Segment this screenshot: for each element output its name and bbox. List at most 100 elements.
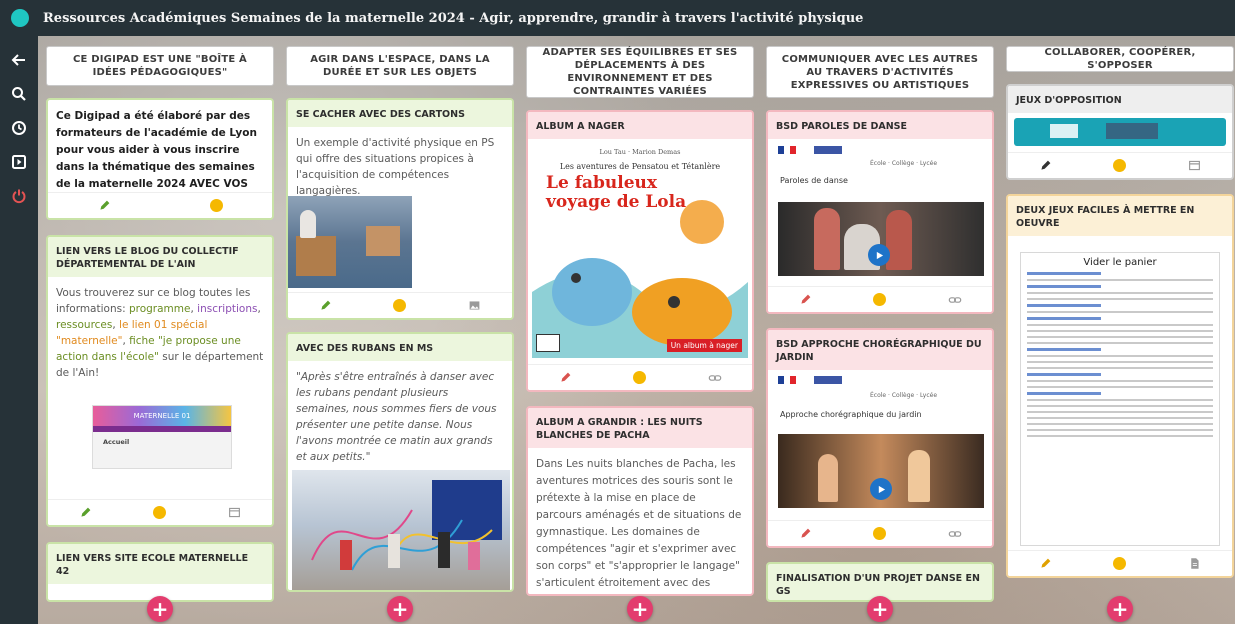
edit-pencil-icon[interactable] bbox=[797, 292, 813, 308]
indicator-dot bbox=[633, 371, 647, 384]
status-dot-icon[interactable] bbox=[1112, 556, 1128, 572]
link-ressources[interactable]: ressources bbox=[56, 319, 112, 331]
doc-heading bbox=[1027, 285, 1102, 288]
indicator-dot bbox=[393, 299, 407, 312]
column-3: ADAPTER SES ÉQUILIBRES ET SES DÉPLACEMEN… bbox=[526, 46, 754, 596]
edit-pencil-icon[interactable] bbox=[797, 526, 813, 542]
card-footer bbox=[528, 364, 752, 390]
video-person bbox=[886, 210, 912, 270]
card-paroles-danse[interactable]: BSD PAROLES DE DANSE École · Collège · L… bbox=[766, 110, 994, 314]
card-approche-jardin[interactable]: BSD APPROCHE CHORÉGRAPHIQUE DU JARDIN Éc… bbox=[766, 328, 994, 548]
add-card-button[interactable]: + bbox=[867, 596, 893, 622]
tag-ecole: École bbox=[870, 392, 887, 399]
document-preview[interactable]: Vider le panier bbox=[1020, 252, 1220, 546]
card-cartons[interactable]: SE CACHER AVEC DES CARTONS Un exemple d'… bbox=[286, 98, 514, 320]
add-card-button[interactable]: + bbox=[387, 596, 413, 622]
app-logo[interactable] bbox=[11, 9, 29, 27]
card-footer bbox=[768, 520, 992, 546]
present-icon[interactable] bbox=[7, 150, 31, 174]
edit-pencil-icon[interactable] bbox=[1037, 158, 1053, 174]
edit-pencil-icon[interactable] bbox=[317, 298, 333, 314]
link-icon[interactable] bbox=[947, 526, 963, 542]
tags: École · Collège · Lycée bbox=[870, 392, 938, 399]
card-rubans[interactable]: AVEC DES RUBANS EN MS "Après s'être entr… bbox=[286, 332, 514, 592]
edit-pencil-icon[interactable] bbox=[77, 505, 93, 521]
page-title: Ressources Académiques Semaines de la ma… bbox=[43, 10, 864, 26]
calendar-icon[interactable] bbox=[227, 505, 243, 521]
card-title: ALBUM A NAGER bbox=[528, 112, 752, 139]
video-player[interactable] bbox=[778, 202, 984, 276]
add-card-button[interactable]: + bbox=[627, 596, 653, 622]
play-icon[interactable] bbox=[870, 478, 892, 500]
link-programme[interactable]: programme bbox=[129, 303, 191, 315]
card-footer bbox=[48, 499, 272, 525]
search-icon[interactable] bbox=[7, 82, 31, 106]
blog-thumbnail[interactable]: MATERNELLE 01 Accueil bbox=[92, 405, 232, 469]
card-body: "Après s'être entraînés à danser avec le… bbox=[296, 371, 497, 463]
card-album-grandir[interactable]: ALBUM A GRANDIR : LES NUITS BLANCHES DE … bbox=[526, 406, 754, 596]
publisher-logo bbox=[536, 334, 560, 352]
book-cover[interactable]: Lou Tau · Marion Demas Les aventures de … bbox=[532, 142, 748, 358]
back-arrow-icon[interactable] bbox=[7, 48, 31, 72]
doc-line bbox=[1027, 405, 1213, 407]
status-dot-icon[interactable] bbox=[632, 370, 648, 386]
doc-line bbox=[1027, 367, 1213, 369]
card-title: LIEN VERS SITE ECOLE MATERNELLE 42 bbox=[48, 544, 272, 584]
doc-heading bbox=[1027, 348, 1102, 351]
indicator-dot bbox=[1113, 159, 1127, 172]
status-dot-icon[interactable] bbox=[872, 292, 888, 308]
opposition-banner[interactable] bbox=[1014, 118, 1226, 146]
calendar-icon[interactable] bbox=[1187, 158, 1203, 174]
clock-icon[interactable] bbox=[7, 116, 31, 140]
card-intro[interactable]: Ce Digipad a été élaboré par des formate… bbox=[46, 98, 274, 220]
card-title: SE CACHER AVEC DES CARTONS bbox=[288, 100, 512, 127]
image-icon[interactable] bbox=[467, 298, 483, 314]
site-logo bbox=[814, 376, 842, 384]
paroles-embed[interactable]: École · Collège · Lycée Paroles de danse bbox=[772, 142, 988, 282]
card-album-nager[interactable]: ALBUM A NAGER Lou Tau · Marion Demas Les… bbox=[526, 110, 754, 392]
card-jeux-opposition[interactable]: JEUX D'OPPOSITION bbox=[1006, 84, 1234, 180]
photo-ribbons bbox=[311, 509, 493, 571]
add-card-button[interactable]: + bbox=[147, 596, 173, 622]
status-dot-icon[interactable] bbox=[208, 198, 224, 214]
status-dot-icon[interactable] bbox=[392, 298, 408, 314]
card-ecole-42[interactable]: LIEN VERS SITE ECOLE MATERNELLE 42 bbox=[46, 542, 274, 602]
play-icon[interactable] bbox=[868, 244, 890, 266]
flag-icon bbox=[778, 146, 796, 154]
photo-box bbox=[296, 236, 336, 276]
add-card-button[interactable]: + bbox=[1107, 596, 1133, 622]
card-title: JEUX D'OPPOSITION bbox=[1008, 86, 1232, 113]
card-deux-jeux[interactable]: DEUX JEUX FACILES À METTRE EN OEUVRE Vid… bbox=[1006, 194, 1234, 578]
link-icon[interactable] bbox=[707, 370, 723, 386]
tags: École · Collège · Lycée bbox=[870, 160, 938, 167]
cartons-photo[interactable] bbox=[288, 196, 412, 288]
doc-line bbox=[1027, 324, 1213, 326]
doc-line bbox=[1027, 361, 1213, 363]
book-chip: Un album à nager bbox=[666, 339, 742, 352]
edit-pencil-icon[interactable] bbox=[1037, 556, 1053, 572]
card-blog-ain[interactable]: LIEN VERS LE BLOG DU COLLECTIF DÉPARTEME… bbox=[46, 235, 274, 527]
doc-line bbox=[1027, 411, 1213, 413]
column-header: ADAPTER SES ÉQUILIBRES ET SES DÉPLACEMEN… bbox=[526, 46, 754, 98]
card-body: Un exemple d'activité physique en PS qui… bbox=[296, 137, 495, 197]
doc-line bbox=[1027, 417, 1213, 419]
link-inscriptions[interactable]: inscriptions bbox=[197, 303, 257, 315]
power-icon[interactable] bbox=[7, 184, 31, 208]
edit-pencil-icon[interactable] bbox=[557, 370, 573, 386]
link-icon[interactable] bbox=[947, 292, 963, 308]
document-icon[interactable] bbox=[1187, 556, 1203, 572]
status-dot-icon[interactable] bbox=[152, 505, 168, 521]
jardin-embed[interactable]: École · Collège · Lycée Approche chorégr… bbox=[772, 372, 988, 518]
column-header: CE DIGIPAD EST UNE "BOÎTE À IDÉES PÉDAGO… bbox=[46, 46, 274, 86]
card-body: Vous trouverez sur ce blog toutes les in… bbox=[48, 277, 272, 389]
rubans-photo[interactable] bbox=[292, 470, 510, 590]
video-person bbox=[818, 454, 838, 502]
doc-line bbox=[1027, 423, 1213, 425]
video-player[interactable] bbox=[778, 434, 984, 508]
edit-pencil-icon[interactable] bbox=[96, 198, 112, 214]
status-dot-icon[interactable] bbox=[1112, 158, 1128, 174]
doc-line bbox=[1027, 336, 1213, 338]
status-dot-icon[interactable] bbox=[872, 526, 888, 542]
indicator-dot bbox=[209, 199, 223, 212]
thumbnail-tab: Accueil bbox=[103, 438, 130, 446]
